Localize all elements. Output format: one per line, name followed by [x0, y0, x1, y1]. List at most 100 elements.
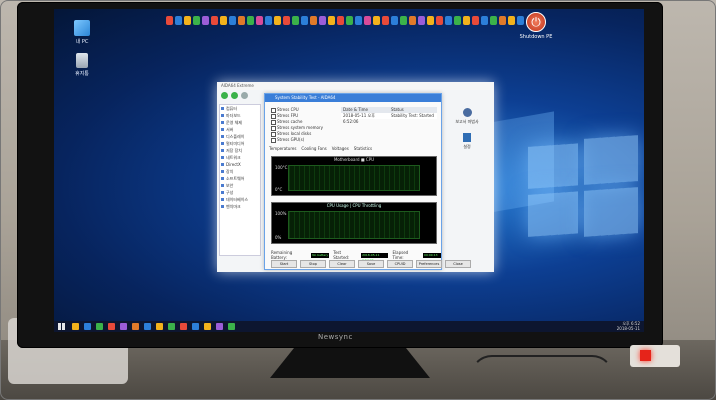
desktop-icon-this-pc[interactable]: 내 PC — [68, 20, 96, 45]
tree-item[interactable]: 마더보드 — [220, 112, 260, 119]
stress-checkbox[interactable]: Stress GPU(s) — [271, 137, 331, 143]
dialog-button[interactable]: Save — [358, 260, 384, 268]
system-stability-test-dialog: System Stability Test - AIDA64 Stress CP… — [264, 93, 471, 270]
back-icon[interactable] — [221, 92, 228, 99]
report-wizard-icon[interactable] — [462, 108, 472, 117]
launcher-app-icon[interactable] — [373, 15, 380, 25]
launcher-app-icon[interactable] — [427, 15, 434, 25]
launcher-app-icon[interactable] — [490, 15, 497, 25]
tree-item[interactable]: 네트워크 — [220, 154, 260, 161]
launcher-app-icon[interactable] — [445, 15, 452, 25]
launcher-app-icon[interactable] — [319, 15, 326, 25]
tree-item[interactable]: 디스플레이 — [220, 133, 260, 140]
launcher-app-icon[interactable] — [256, 15, 263, 25]
taskbar-app-icon[interactable] — [228, 323, 235, 330]
dialog-button[interactable]: Start — [271, 260, 297, 268]
system-tray: 오후 6:52 2018-05-11 — [617, 321, 640, 331]
launcher-app-icon[interactable] — [166, 15, 173, 25]
refresh-icon[interactable] — [241, 92, 248, 99]
tree-item[interactable]: 컴퓨터 — [220, 105, 260, 112]
graph-tab[interactable]: Cooling Fans — [301, 146, 326, 151]
power-icon: ⏻ — [526, 12, 546, 32]
launcher-app-icon[interactable] — [400, 15, 407, 25]
taskbar-app-icon[interactable] — [216, 323, 223, 330]
launcher-app-icon[interactable] — [454, 15, 461, 25]
tree-item[interactable]: 운영 체제 — [220, 119, 260, 126]
launcher-app-icon[interactable] — [220, 15, 227, 25]
launcher-app-icon[interactable] — [382, 15, 389, 25]
graph-ymin: 0% — [275, 235, 282, 240]
tree-item[interactable]: 멀티미디어 — [220, 140, 260, 147]
right-panel: 보고서 마법사 설정 — [443, 104, 491, 254]
taskbar-app-icon[interactable] — [168, 323, 175, 330]
tree-item[interactable]: 벤치마크 — [220, 203, 260, 210]
cpu-usage-plot — [288, 211, 420, 239]
launcher-app-icon[interactable] — [274, 15, 281, 25]
dialog-button[interactable]: Preferences — [416, 260, 442, 268]
power-switch-led — [640, 350, 651, 361]
tree-item[interactable]: 저장 장치 — [220, 147, 260, 154]
launcher-app-icon[interactable] — [184, 15, 191, 25]
launcher-app-icon[interactable] — [472, 15, 479, 25]
graph-tab[interactable]: Voltages — [332, 146, 349, 151]
launcher-app-icon[interactable] — [418, 15, 425, 25]
launcher-app-icon[interactable] — [481, 15, 488, 25]
taskbar-app-icon[interactable] — [84, 323, 91, 330]
launcher-app-icon[interactable] — [436, 15, 443, 25]
settings-icon[interactable] — [463, 133, 471, 142]
tree-item[interactable]: 서버 — [220, 126, 260, 133]
taskbar-app-icon[interactable] — [96, 323, 103, 330]
launcher-app-icon[interactable] — [283, 15, 290, 25]
taskbar-app-icon[interactable] — [132, 323, 139, 330]
forward-icon[interactable] — [231, 92, 238, 99]
taskbar-app-icon[interactable] — [180, 323, 187, 330]
launcher-app-icon[interactable] — [310, 15, 317, 25]
tree-item[interactable]: 장치 — [220, 168, 260, 175]
dialog-button[interactable]: Close — [445, 260, 471, 268]
launcher-app-icon[interactable] — [499, 15, 506, 25]
launcher-app-icon[interactable] — [328, 15, 335, 25]
dialog-button[interactable]: Stop — [300, 260, 326, 268]
launcher-app-icon[interactable] — [508, 15, 515, 25]
launcher-app-icon[interactable] — [211, 15, 218, 25]
taskbar-app-icon[interactable] — [120, 323, 127, 330]
tree-item[interactable]: 구성 — [220, 189, 260, 196]
launcher-app-icon[interactable] — [175, 15, 182, 25]
graph-tab[interactable]: Temperatures — [269, 146, 296, 151]
shutdown-pe-button[interactable]: ⏻ Shutdown PE — [516, 12, 556, 40]
launcher-app-icon[interactable] — [346, 15, 353, 25]
launcher-app-icon[interactable] — [301, 15, 308, 25]
taskbar-app-icon[interactable] — [156, 323, 163, 330]
taskbar-app-icon[interactable] — [204, 323, 211, 330]
taskbar-app-icon[interactable] — [72, 323, 79, 330]
launcher-app-icon[interactable] — [337, 15, 344, 25]
graph-ymax: 100°C — [275, 165, 288, 170]
taskbar-app-icon[interactable] — [108, 323, 115, 330]
launcher-app-icon[interactable] — [247, 15, 254, 25]
launcher-app-icon[interactable] — [193, 15, 200, 25]
launcher-app-icon[interactable] — [265, 15, 272, 25]
launcher-app-icon[interactable] — [229, 15, 236, 25]
test-stats-row: Remaining Battery: No battery Test Start… — [271, 250, 442, 262]
tree-item[interactable]: DirectX — [220, 161, 260, 168]
launcher-app-icon[interactable] — [202, 15, 209, 25]
dialog-button[interactable]: Clear — [329, 260, 355, 268]
tree-item[interactable]: 데이터베이스 — [220, 196, 260, 203]
launcher-app-icon[interactable] — [292, 15, 299, 25]
taskbar-app-icon[interactable] — [192, 323, 199, 330]
launcher-app-icon[interactable] — [391, 15, 398, 25]
dialog-button[interactable]: CPUID — [387, 260, 413, 268]
graph-tab[interactable]: Statistics — [354, 146, 372, 151]
launcher-app-icon[interactable] — [364, 15, 371, 25]
table-row: 2018-05-11 오후 6:52:06 Stability Test: St… — [341, 113, 437, 124]
tree-item[interactable]: 보안 — [220, 182, 260, 189]
power-strip — [630, 345, 680, 367]
start-button-icon[interactable] — [58, 323, 65, 330]
tree-item[interactable]: 소프트웨어 — [220, 175, 260, 182]
launcher-app-icon[interactable] — [463, 15, 470, 25]
launcher-app-icon[interactable] — [355, 15, 362, 25]
launcher-app-icon[interactable] — [409, 15, 416, 25]
launcher-app-icon[interactable] — [238, 15, 245, 25]
desktop-icon-recycle-bin[interactable]: 휴지통 — [68, 53, 96, 77]
taskbar-app-icon[interactable] — [144, 323, 151, 330]
